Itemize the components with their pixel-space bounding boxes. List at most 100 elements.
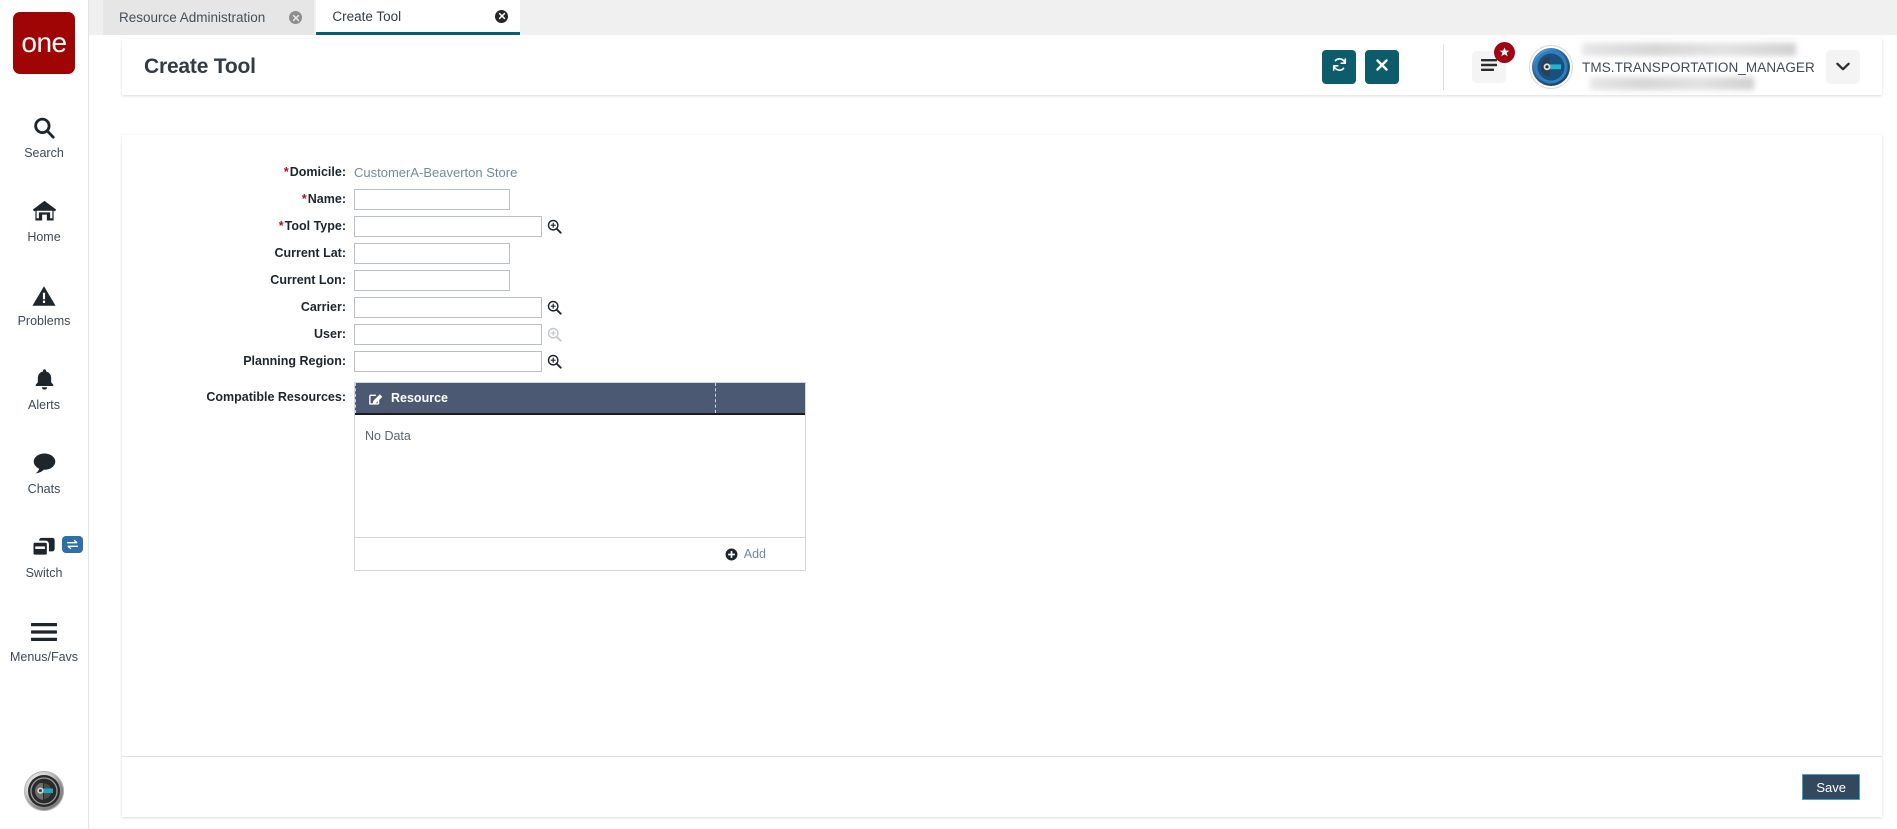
table-footer: Add [355,537,805,570]
logo-text: one [21,27,67,58]
label-text: Compatible Resources [206,390,342,404]
table-empty-message: No Data [365,429,411,443]
user-name-wrap: TMS.TRANSPORTATION_MANAGER [1582,43,1815,90]
field-label-domicile: *Domicile: [283,165,346,179]
app-root: one Search Home Problems Alerts Chats Sw… [0,0,1897,829]
column-header-blank [715,383,805,413]
user-profile-block[interactable]: TMS.TRANSPORTATION_MANAGER [1532,43,1815,90]
field-label-current-lon: Current Lon: [270,273,346,287]
form-row-current-lat: Current Lat: [122,242,1882,264]
field-label-carrier: Carrier: [300,300,346,314]
create-tool-form: *Domicile: CustomerA-Beaverton Store *Na… [122,135,1882,756]
chat-bubble-icon [29,449,59,479]
form-row-planning-region: Planning Region: [122,350,1882,372]
label-text: Current Lat [274,246,342,260]
sidebar-nav-list: Search Home Problems Alerts Chats Switch… [0,94,88,682]
field-label-tool-type: *Tool Type: [278,219,346,233]
label-text: Domicile [289,165,342,179]
bell-icon [29,365,59,395]
sidebar-item-label: Search [24,145,64,160]
column-header-resource[interactable]: Resource [355,383,715,413]
domicile-value-link[interactable]: CustomerA-Beaverton Store [354,165,517,180]
sidebar-item-label: Home [27,229,61,244]
carrier-input[interactable] [354,296,542,318]
close-page-button[interactable] [1365,50,1399,84]
redacted-text-bottom [1590,77,1754,90]
form-row-tool-type: *Tool Type: [122,215,1882,237]
user-input[interactable] [354,323,542,345]
sidebar-item-label: Chats [27,481,61,496]
sidebar-item-switch[interactable]: Switch [0,514,88,598]
hamburger-icon [29,617,59,647]
label-text: Current Lon [270,273,342,287]
plus-circle-icon[interactable] [725,548,738,561]
sidebar-item-chats[interactable]: Chats [0,430,88,514]
page-header-card: Create Tool TMS.TRANSPORTATION_MANAGER [122,39,1882,95]
user-search-icon [547,327,562,342]
search-icon [29,113,59,143]
user-menu-dropdown-button[interactable] [1826,50,1860,84]
refresh-button[interactable] [1322,50,1356,84]
sidebar-item-menus-favs[interactable]: Menus/Favs [0,598,88,682]
field-label-name: *Name: [301,192,346,206]
left-sidebar: one Search Home Problems Alerts Chats Sw… [0,0,89,829]
add-resource-link[interactable]: Add [744,547,766,561]
planning-region-input[interactable] [354,350,542,372]
sidebar-item-alerts[interactable]: Alerts [0,346,88,430]
star-icon [1494,42,1515,63]
current-lon-input[interactable] [354,269,510,291]
tab-create-tool[interactable]: Create Tool [316,0,521,35]
form-row-compatible-resources: Compatible Resources: Resource No Data A… [122,382,1882,571]
sidebar-item-label: Alerts [28,397,60,412]
form-row-user: User: [122,323,1882,345]
refresh-icon [1331,56,1348,78]
tab-label: Create Tool [332,8,402,24]
table-header-row: Resource [355,383,805,415]
planning-region-search-icon[interactable] [547,354,562,369]
table-body: No Data [355,415,805,537]
close-circle-icon[interactable] [495,9,509,23]
page-title: Create Tool [144,55,256,78]
warning-triangle-icon [29,281,59,311]
user-avatar [1532,48,1570,86]
tab-resource-administration[interactable]: Resource Administration [103,0,315,35]
sidebar-item-home[interactable]: Home [0,178,88,262]
required-asterisk: * [301,192,307,206]
sidebar-item-search[interactable]: Search [0,94,88,178]
header-divider [1443,44,1444,90]
save-button[interactable]: Save [1802,774,1860,800]
field-label-current-lat: Current Lat: [274,246,346,260]
edit-pencil-icon [368,391,383,406]
tool-type-input[interactable] [354,215,542,237]
one-network-logo[interactable]: one [13,12,75,74]
ai-assistant-avatar[interactable] [24,771,64,811]
form-row-domicile: *Domicile: CustomerA-Beaverton Store [122,161,1882,183]
content-card: *Domicile: CustomerA-Beaverton Store *Na… [122,135,1882,817]
user-name: TMS.TRANSPORTATION_MANAGER [1582,59,1815,75]
required-asterisk: * [283,165,289,179]
field-label-planning-region: Planning Region: [243,354,346,368]
close-circle-icon[interactable] [289,11,303,24]
label-text: Tool Type [284,219,342,233]
swap-arrows-icon[interactable] [62,536,83,553]
sidebar-item-label: Problems [17,313,71,328]
redacted-text-top [1582,43,1796,56]
label-text: User [314,327,342,341]
favorites-menu-button[interactable] [1472,42,1515,83]
current-lat-input[interactable] [354,242,510,264]
compatible-resources-table: Resource No Data Add [354,382,806,571]
sidebar-item-label: Switch [25,565,63,580]
form-row-current-lon: Current Lon: [122,269,1882,291]
sidebar-item-problems[interactable]: Problems [0,262,88,346]
label-text: Name [307,192,342,206]
carrier-search-icon[interactable] [547,300,562,315]
label-text: Carrier [300,300,342,314]
windows-stack-icon [29,533,59,563]
name-input[interactable] [354,188,510,210]
tool-type-search-icon[interactable] [547,219,562,234]
hamburger-menu-icon [1480,58,1498,77]
home-icon [29,197,59,227]
card-footer: Save [122,756,1882,817]
close-x-icon [1375,58,1389,77]
label-text: Planning Region [243,354,342,368]
